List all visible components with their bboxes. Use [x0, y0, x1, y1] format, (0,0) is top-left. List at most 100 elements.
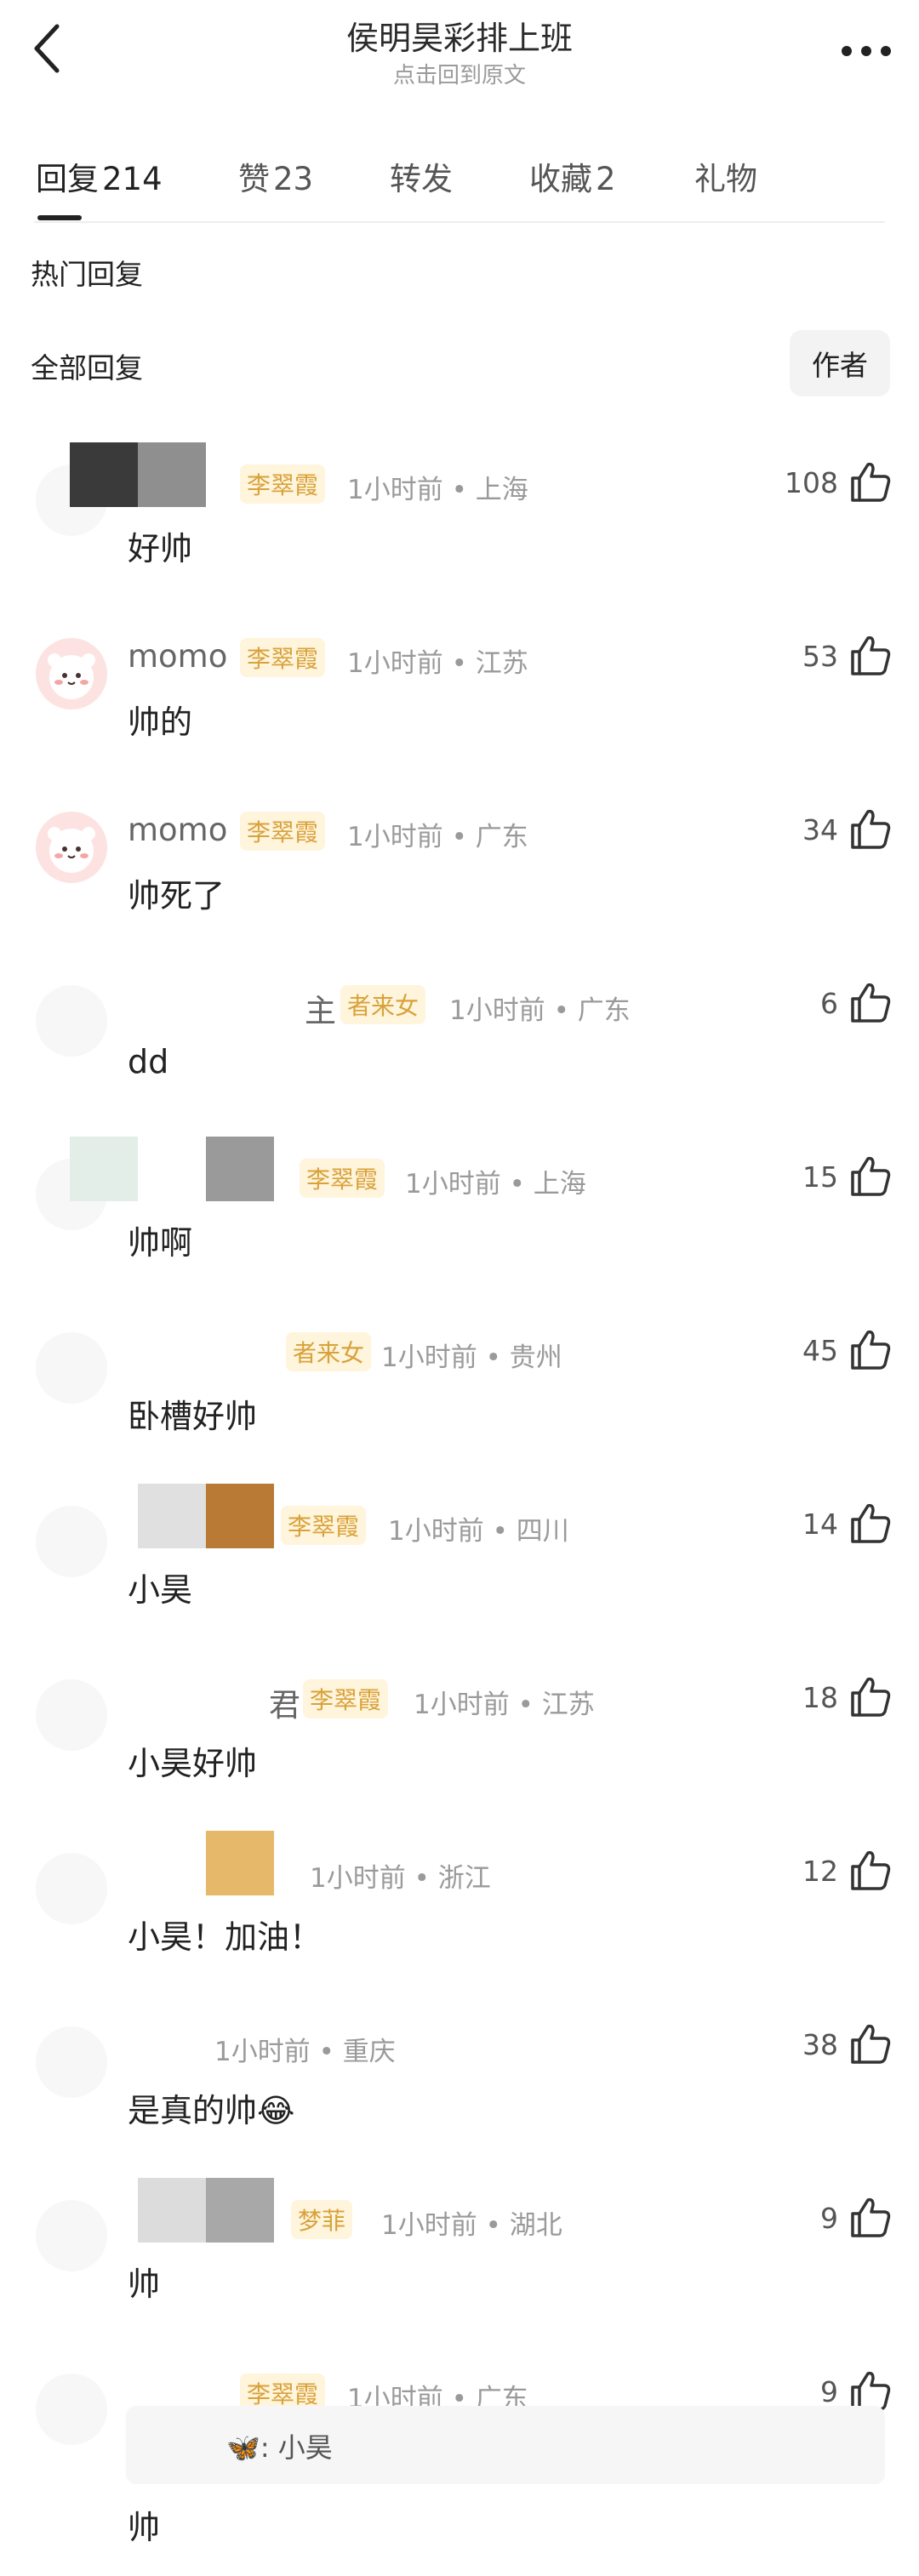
comment-time: 1小时前 — [405, 1169, 501, 1200]
fan-badge: 者来女 — [286, 1332, 372, 1371]
comment-time: 1小时前 — [388, 1516, 484, 1547]
separator-dot: • — [500, 1169, 534, 1200]
username[interactable]: 主 — [305, 985, 336, 1031]
comment-text: 小昊！加油！ — [128, 1918, 323, 1956]
tab-label: 礼物 — [694, 161, 757, 197]
comment-item[interactable]: 者来女 1小时前 • 贵州 45 卧槽好帅 — [0, 1310, 919, 1480]
fan-badge: 李翠霞 — [240, 464, 326, 504]
comment-meta: 1小时前 • 广东 — [347, 815, 528, 853]
comment-meta: 1小时前 • 广东 — [449, 989, 631, 1027]
avatar[interactable] — [36, 985, 107, 1057]
like-count: 9 — [820, 2375, 838, 2408]
avatar[interactable] — [36, 2026, 107, 2098]
comment-item[interactable]: 主者来女 1小时前 • 广东 6 dd — [0, 963, 919, 1133]
fan-badge: 李翠霞 — [303, 1679, 389, 1718]
comment-time: 1小时前 — [414, 1690, 510, 1720]
privacy-mosaic — [138, 1137, 206, 1201]
tab-favorites[interactable]: 收藏 2 — [529, 153, 616, 199]
like-count: 45 — [802, 1334, 838, 1367]
like-count: 14 — [802, 1507, 838, 1541]
privacy-mosaic — [138, 1484, 206, 1548]
comment-text: 卧槽好帅 — [128, 1398, 258, 1435]
more-button[interactable] — [832, 26, 900, 77]
fan-badge: 梦菲 — [291, 2200, 353, 2239]
comment-item[interactable]: 梦菲 1小时前 • 湖北 9 帅 — [0, 2178, 919, 2348]
quoted-reply[interactable]: 🦋: 小昊 — [126, 2406, 885, 2484]
username[interactable]: 君 — [269, 1679, 300, 1725]
tab-count: 214 — [102, 161, 163, 197]
tab-replies[interactable]: 回复 214 — [36, 153, 163, 199]
separator-dot: • — [442, 822, 476, 852]
fan-badge: 李翠霞 — [240, 812, 326, 851]
like-button[interactable] — [846, 2193, 893, 2241]
comment-item[interactable]: momo 李翠霞 1小时前 • 江苏 53 帅的 — [0, 616, 919, 786]
bear-avatar-icon — [48, 653, 95, 699]
top-bar: 侯明昊彩排上班 点击回到原文 — [0, 0, 919, 102]
avatar[interactable] — [36, 2374, 107, 2445]
separator-dot: • — [509, 1690, 542, 1720]
like-button[interactable] — [846, 1846, 893, 1894]
back-to-original-link[interactable]: 点击回到原文 — [0, 58, 919, 89]
comment-meta: 1小时前 • 浙江 — [310, 1856, 491, 1895]
comment-location: 江苏 — [541, 1690, 595, 1720]
avatar[interactable] — [36, 1332, 107, 1404]
comment-meta: 1小时前 • 重庆 — [214, 2030, 396, 2068]
like-count: 34 — [802, 813, 838, 846]
comment-meta: 1小时前 • 贵州 — [381, 1336, 562, 1374]
thumbs-up-icon — [851, 983, 891, 1023]
like-button[interactable] — [846, 1673, 893, 1720]
like-button[interactable] — [846, 1499, 893, 1547]
like-button[interactable] — [846, 631, 893, 679]
separator-dot: • — [310, 2037, 343, 2067]
like-button[interactable] — [846, 1152, 893, 1200]
like-button[interactable] — [846, 458, 893, 505]
divider — [34, 221, 885, 223]
avatar[interactable] — [36, 1506, 107, 1577]
comment-location: 上海 — [475, 475, 528, 505]
like-count: 53 — [802, 640, 838, 673]
tab-label: 转发 — [390, 161, 453, 197]
avatar[interactable] — [36, 1853, 107, 1924]
comment-time: 1小时前 — [449, 995, 545, 1026]
username[interactable]: momo — [128, 638, 227, 675]
comment-item[interactable]: 1小时前 • 浙江 12 小昊！加油！ — [0, 1831, 919, 2001]
comment-location: 四川 — [516, 1516, 569, 1547]
thumbs-up-icon — [851, 2024, 891, 2064]
thumbs-up-icon — [851, 635, 891, 675]
comment-item[interactable]: momo 李翠霞 1小时前 • 广东 34 帅死了 — [0, 789, 919, 960]
comment-location: 广东 — [577, 995, 631, 1026]
comment-meta: 1小时前 • 四川 — [388, 1509, 569, 1547]
like-count: 18 — [802, 1681, 838, 1714]
privacy-mosaic — [70, 442, 138, 507]
tab-likes[interactable]: 赞 23 — [238, 153, 313, 199]
like-button[interactable] — [846, 2020, 893, 2067]
like-button[interactable] — [846, 805, 893, 852]
bear-avatar-icon — [48, 827, 95, 873]
hot-replies-heading[interactable]: 热门回复 — [31, 252, 143, 293]
tab-reposts[interactable]: 转发 — [390, 153, 453, 199]
comment-time: 1小时前 — [347, 648, 443, 679]
comment-meta: 1小时前 • 江苏 — [347, 641, 528, 680]
tab-gifts[interactable]: 礼物 — [694, 153, 757, 199]
username[interactable]: momo — [128, 812, 227, 848]
privacy-mosaic — [138, 2178, 206, 2243]
comment-item[interactable]: 君李翠霞 1小时前 • 江苏 18 小昊好帅 — [0, 1657, 919, 1827]
avatar[interactable] — [36, 638, 107, 710]
like-button[interactable] — [846, 978, 893, 1026]
author-filter-button[interactable]: 作者 — [790, 330, 890, 396]
thumbs-up-icon — [851, 2197, 891, 2237]
comment-meta: 1小时前 • 江苏 — [414, 1683, 595, 1721]
comment-location: 浙江 — [437, 1863, 491, 1894]
like-button[interactable] — [846, 1325, 893, 1373]
avatar[interactable] — [36, 812, 107, 883]
comment-item[interactable]: 李翠霞 1小时前 • 四川 14 小昊 — [0, 1484, 919, 1654]
comment-item[interactable]: 李翠霞 1小时前 • 上海 15 帅啊 — [0, 1137, 919, 1307]
comment-item[interactable]: 李翠霞 1小时前 • 上海 108 好帅 — [0, 442, 919, 613]
like-count: 6 — [820, 987, 838, 1020]
thumbs-up-icon — [851, 809, 891, 849]
comment-item[interactable]: 1小时前 • 重庆 38 是真的帅😂 — [0, 2004, 919, 2174]
comment-time: 1小时前 — [310, 1863, 406, 1894]
page-title[interactable]: 侯明昊彩排上班 — [0, 12, 919, 59]
avatar[interactable] — [36, 2200, 107, 2271]
avatar[interactable] — [36, 1679, 107, 1751]
